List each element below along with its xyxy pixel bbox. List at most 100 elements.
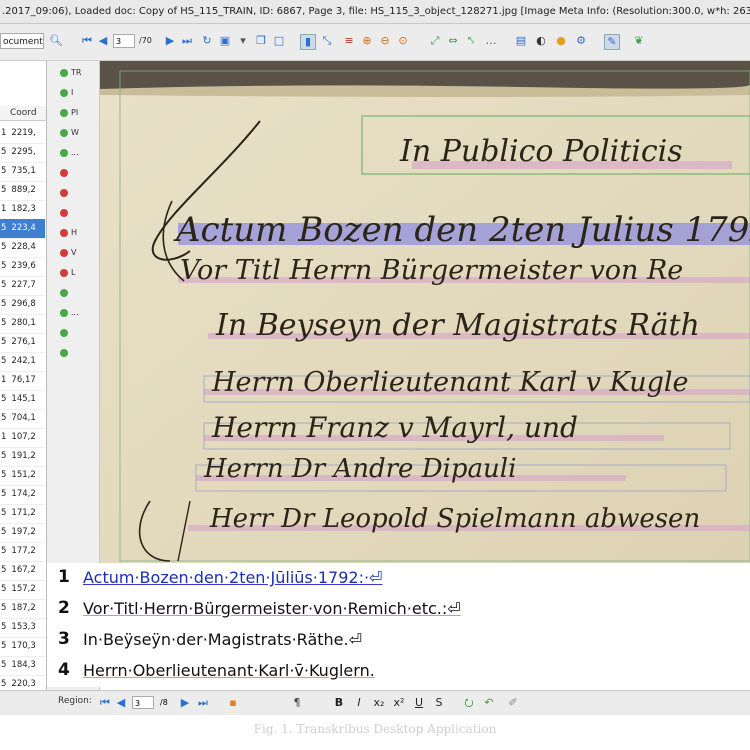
coord-row[interactable]: 5 280,1: [0, 314, 45, 334]
coord-row-value: 2295,: [11, 147, 36, 157]
next-icon[interactable]: ▶: [178, 696, 192, 710]
window-title-bar: .2017_09:06), Loaded doc: Copy of HS_115…: [0, 0, 750, 24]
transcription-line[interactable]: Herrn·Oberlieutenant·Karl·v̄·Kuglern.: [83, 661, 375, 680]
line-number: 3: [58, 629, 70, 649]
add-icon[interactable]: ≡: [342, 34, 356, 48]
region-number-input[interactable]: 3: [132, 696, 154, 709]
zoom-fit-icon[interactable]: ⊙: [396, 34, 410, 48]
coord-row[interactable]: 5 227,7: [0, 276, 45, 296]
coord-row-prefix: 5: [1, 166, 7, 176]
prev-icon[interactable]: ◀: [114, 696, 128, 710]
leaf-icon[interactable]: ❦: [632, 34, 646, 48]
tag-icon[interactable]: ▪: [226, 696, 240, 710]
zoom-out-icon[interactable]: ⊖: [378, 34, 392, 48]
coord-row[interactable]: 5 228,4: [0, 238, 45, 258]
coord-row[interactable]: 1 76,17: [0, 371, 45, 391]
coord-row[interactable]: 1 182,3: [0, 200, 45, 220]
side-tool-button[interactable]: [60, 167, 71, 179]
coord-row-prefix: 1: [1, 204, 7, 214]
side-tool-button[interactable]: [60, 327, 71, 339]
refresh-icon[interactable]: ↻: [200, 34, 214, 48]
coord-row[interactable]: 1 107,2: [0, 428, 45, 448]
select-icon[interactable]: ▮: [300, 34, 316, 50]
underline-icon[interactable]: U: [412, 696, 426, 710]
first-icon[interactable]: ⏮: [98, 696, 112, 710]
undo-icon[interactable]: ↶: [482, 696, 496, 710]
save-icon[interactable]: ▣: [218, 34, 232, 48]
bold-icon[interactable]: B: [332, 696, 346, 710]
side-tool-button[interactable]: [60, 347, 71, 359]
transcription-line[interactable]: Vor·Titl·Herrn·Bürgermeister·von·Remich·…: [83, 599, 461, 618]
paste-icon[interactable]: ⭮: [462, 696, 476, 710]
paste-icon[interactable]: □: [272, 34, 286, 48]
side-tool-button[interactable]: H: [60, 227, 77, 239]
document-combo[interactable]: ocument...: [0, 33, 44, 49]
coord-row-prefix: 5: [1, 413, 7, 423]
side-tool-button[interactable]: W: [60, 127, 79, 139]
superscript-icon[interactable]: x²: [392, 696, 406, 710]
copy-icon[interactable]: ❐: [254, 34, 268, 48]
more-dots-icon[interactable]: …: [484, 34, 498, 48]
more-icon[interactable]: ⤣: [464, 34, 478, 48]
coord-row[interactable]: 1 2219,: [0, 124, 45, 144]
transcription-line[interactable]: Actum·Bozen·den·2ten·Jūliūs·1792:·⏎: [83, 568, 382, 587]
side-tool-button[interactable]: ...: [60, 307, 79, 319]
coord-row[interactable]: 5 167,2: [0, 561, 45, 581]
strike-icon[interactable]: S: [432, 696, 446, 710]
page-number-input[interactable]: 3: [113, 34, 135, 48]
expand-icon[interactable]: ⤢: [428, 34, 442, 48]
coord-row[interactable]: 5 145,1: [0, 390, 45, 410]
coord-row[interactable]: 5 239,6: [0, 257, 45, 277]
coord-row[interactable]: 5 151,2: [0, 466, 45, 486]
document-canvas[interactable]: In Publico Politicis Actum Bozen den 2te…: [100, 61, 750, 563]
side-tool-button[interactable]: V: [60, 247, 76, 259]
coord-row[interactable]: 5 174,2: [0, 485, 45, 505]
side-tool-button[interactable]: PI: [60, 107, 78, 119]
transcription-line[interactable]: In·Beÿseÿn·der·Magistrats·Räthe.⏎: [83, 630, 362, 649]
zoom-in-icon[interactable]: ⊕: [360, 34, 374, 48]
first-page-icon[interactable]: ⏮: [80, 34, 94, 48]
eye-icon[interactable]: ◐: [534, 34, 548, 48]
next-page-icon[interactable]: ▶: [163, 34, 177, 48]
coord-row[interactable]: 5 889,2: [0, 181, 45, 201]
coord-row[interactable]: 5 2295,: [0, 143, 45, 163]
coord-row[interactable]: 5 223,4: [0, 219, 45, 239]
subscript-icon[interactable]: x₂: [372, 696, 386, 710]
coord-row[interactable]: 5 170,3: [0, 637, 45, 657]
coord-row[interactable]: 5 296,8: [0, 295, 45, 315]
side-tool-button[interactable]: I: [60, 87, 73, 99]
settings-icon[interactable]: ⚙: [574, 34, 588, 48]
last-icon[interactable]: ⏭: [196, 696, 210, 710]
coord-row[interactable]: 5 276,1: [0, 333, 45, 353]
lock-icon[interactable]: ●: [554, 34, 568, 48]
side-tool-button[interactable]: [60, 287, 71, 299]
coord-row[interactable]: 5 153,3: [0, 618, 45, 638]
shrink-icon[interactable]: ⇔: [446, 34, 460, 48]
paragraph-icon[interactable]: ¶: [290, 696, 304, 710]
edit-icon[interactable]: ✎: [604, 34, 620, 50]
coord-row[interactable]: 5 191,2: [0, 447, 45, 467]
side-tool-button[interactable]: ...: [60, 147, 79, 159]
coord-row[interactable]: 5 197,2: [0, 523, 45, 543]
side-tool-button[interactable]: L: [60, 267, 75, 279]
side-tool-button[interactable]: [60, 207, 71, 219]
manuscript-line-heading: In Publico Politicis: [399, 134, 683, 169]
coord-row[interactable]: 5 704,1: [0, 409, 45, 429]
coord-row[interactable]: 5 157,2: [0, 580, 45, 600]
side-tool-button[interactable]: [60, 187, 71, 199]
layout-icon[interactable]: ▤: [514, 34, 528, 48]
coord-row[interactable]: 5 242,1: [0, 352, 45, 372]
italic-icon[interactable]: I: [352, 696, 366, 710]
side-tool-button[interactable]: TR: [60, 67, 81, 79]
last-page-icon[interactable]: ⏭: [180, 34, 194, 48]
tag-edit-icon[interactable]: ✐: [506, 696, 520, 710]
coord-row[interactable]: 5 187,2: [0, 599, 45, 619]
move-icon[interactable]: ⤡: [320, 34, 334, 48]
coord-row[interactable]: 5 735,1: [0, 162, 45, 182]
dropdown-icon[interactable]: ▾: [236, 34, 250, 48]
coord-row[interactable]: 5 171,2: [0, 504, 45, 524]
coord-row[interactable]: 5 184,3: [0, 656, 45, 676]
search-icon[interactable]: 🔍︎: [49, 34, 63, 48]
prev-page-icon[interactable]: ◀: [96, 34, 110, 48]
coord-row[interactable]: 5 177,2: [0, 542, 45, 562]
